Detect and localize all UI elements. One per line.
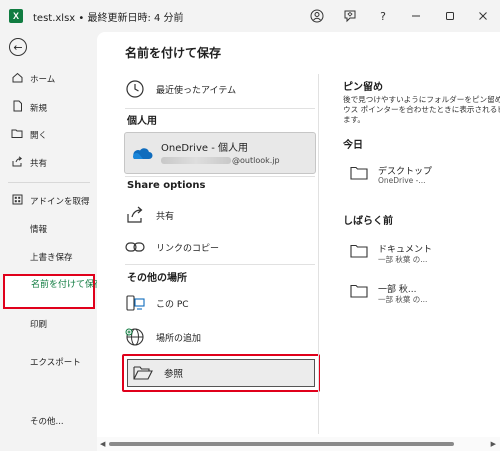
location-add-place[interactable]: 場所の追加 bbox=[124, 322, 316, 352]
backstage-nav: ← ホーム 新規 開く 共有 アドインを取得 情報 上書き保存 名前を付けて保存… bbox=[0, 32, 103, 451]
nav-info[interactable]: 情報 bbox=[30, 223, 47, 235]
addin-grid-icon bbox=[10, 194, 24, 208]
location-share-label: 共有 bbox=[156, 211, 175, 222]
open-folder-icon bbox=[10, 128, 24, 142]
horizontal-scrollbar[interactable]: ◀ ▶ bbox=[97, 437, 500, 451]
today-header: 今日 bbox=[343, 140, 363, 151]
older-header: しばらく前 bbox=[343, 216, 393, 227]
nav-home[interactable]: ホーム bbox=[10, 72, 55, 86]
open-folder-icon bbox=[132, 362, 154, 384]
location-share[interactable]: 共有 bbox=[124, 200, 316, 230]
folder-item[interactable]: デスクトップ OneDrive -... bbox=[350, 162, 500, 188]
onedrive-cloud-icon bbox=[131, 146, 153, 163]
redacted-email bbox=[161, 157, 231, 164]
share-arrow-icon bbox=[124, 204, 146, 226]
globe-add-icon bbox=[124, 326, 146, 348]
pinned-header: ピン留め bbox=[343, 82, 383, 93]
location-add-place-label: 場所の追加 bbox=[156, 333, 202, 344]
nav-export[interactable]: エクスポート bbox=[30, 356, 81, 368]
minimize-icon[interactable] bbox=[405, 6, 427, 26]
new-file-icon bbox=[10, 100, 24, 115]
avatar-icon[interactable] bbox=[306, 6, 328, 26]
home-icon bbox=[10, 72, 24, 86]
folder-path: 一部 秋葉 の... bbox=[378, 255, 428, 264]
location-recent[interactable]: 最近使ったアイテム bbox=[124, 74, 316, 104]
nav-get-addins[interactable]: アドインを取得 bbox=[10, 194, 90, 208]
close-icon[interactable] bbox=[472, 6, 494, 26]
clock-icon bbox=[124, 78, 146, 100]
folder-icon bbox=[350, 166, 368, 183]
folder-item[interactable]: ドキュメント 一部 秋葉 の... bbox=[350, 240, 500, 266]
folder-item[interactable]: 一部 秋... 一部 秋葉 の... bbox=[350, 280, 500, 306]
location-copy-link[interactable]: リンクのコピー bbox=[124, 232, 316, 262]
back-arrow-icon[interactable]: ← bbox=[9, 38, 27, 56]
location-this-pc[interactable]: この PC bbox=[124, 288, 316, 318]
scroll-left-arrow-icon[interactable]: ◀ bbox=[100, 440, 105, 448]
nav-divider bbox=[8, 182, 90, 183]
onedrive-title: OneDrive - 個人用 bbox=[161, 143, 248, 154]
nav-new[interactable]: 新規 bbox=[10, 100, 47, 115]
computer-icon bbox=[124, 292, 146, 314]
window-title: test.xlsx • 最終更新日時: 4 分前 bbox=[33, 13, 184, 24]
section-personal: 個人用 bbox=[127, 116, 157, 127]
nav-open-label: 開く bbox=[30, 131, 48, 141]
section-divider bbox=[125, 108, 315, 109]
column-divider bbox=[318, 74, 319, 434]
folder-path: 一部 秋葉 の... bbox=[378, 295, 428, 304]
nav-get-addins-label: アドインを取得 bbox=[30, 197, 90, 207]
scroll-right-arrow-icon[interactable]: ▶ bbox=[491, 440, 496, 448]
location-copy-link-label: リンクのコピー bbox=[156, 243, 220, 254]
section-divider bbox=[125, 176, 315, 177]
save-as-panel: 名前を付けて保存 最近使ったアイテム 個人用 OneDrive - 個人用 @o… bbox=[97, 32, 500, 451]
section-other-places: その他の場所 bbox=[127, 273, 187, 284]
share-icon bbox=[10, 156, 24, 170]
pinned-description: 後で見つけやすいようにフォルダーをピン留めします ウス ポインターを合わせたとき… bbox=[343, 95, 500, 124]
browse-highlight: 参照 bbox=[122, 354, 320, 392]
title-bar: X test.xlsx • 最終更新日時: 4 分前 ? bbox=[0, 0, 500, 32]
feedback-icon[interactable] bbox=[339, 6, 361, 26]
folder-icon bbox=[350, 284, 368, 301]
scrollbar-thumb[interactable] bbox=[109, 442, 454, 446]
nav-save-as[interactable]: 名前を付けて保存 bbox=[3, 274, 103, 309]
nav-print[interactable]: 印刷 bbox=[30, 318, 47, 330]
location-this-pc-label: この PC bbox=[156, 299, 189, 310]
folder-path: OneDrive -... bbox=[378, 176, 426, 185]
nav-new-label: 新規 bbox=[30, 103, 48, 114]
section-divider bbox=[125, 264, 315, 265]
page-title: 名前を付けて保存 bbox=[125, 46, 222, 60]
nav-share[interactable]: 共有 bbox=[10, 156, 47, 170]
nav-open[interactable]: 開く bbox=[10, 128, 47, 142]
location-onedrive-personal[interactable]: OneDrive - 個人用 @outlook.jp bbox=[124, 132, 316, 174]
link-icon bbox=[124, 236, 146, 258]
section-share-options: Share options bbox=[127, 180, 206, 191]
nav-share-label: 共有 bbox=[30, 159, 48, 169]
location-browse[interactable]: 参照 bbox=[127, 359, 315, 387]
location-recent-label: 最近使ったアイテム bbox=[156, 85, 237, 96]
onedrive-email-suffix: @outlook.jp bbox=[232, 156, 280, 165]
excel-logo-icon: X bbox=[9, 9, 23, 23]
nav-more[interactable]: その他... bbox=[30, 415, 64, 427]
nav-save[interactable]: 上書き保存 bbox=[30, 251, 73, 263]
nav-home-label: ホーム bbox=[30, 75, 56, 85]
help-icon[interactable]: ? bbox=[372, 6, 394, 26]
onedrive-account: @outlook.jp bbox=[161, 156, 280, 165]
folder-icon bbox=[350, 244, 368, 261]
location-browse-label: 参照 bbox=[164, 369, 184, 380]
maximize-icon[interactable] bbox=[439, 6, 461, 26]
